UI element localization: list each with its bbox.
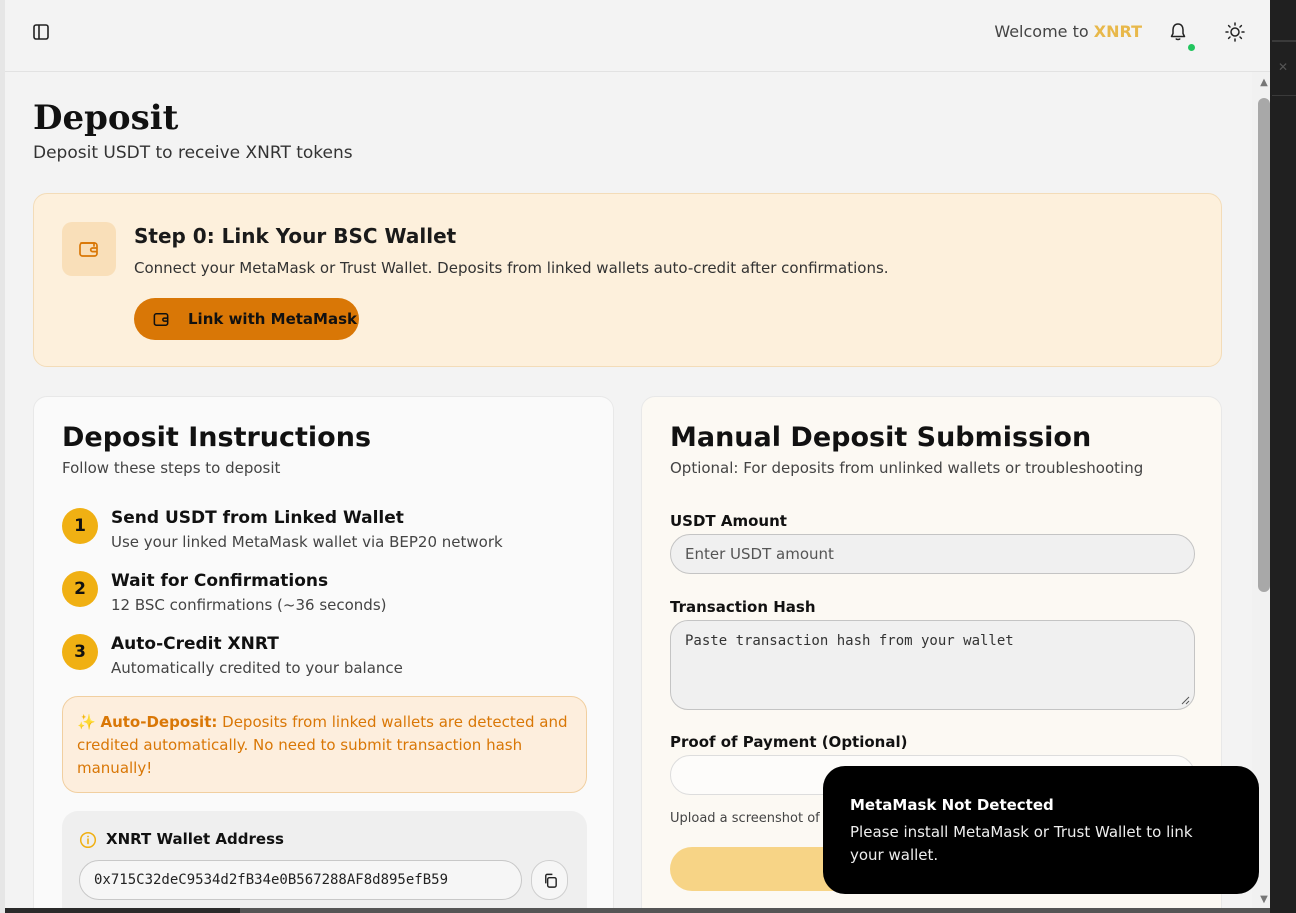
step-title: Send USDT from Linked Wallet [111, 508, 404, 528]
theme-toggle-sun-icon[interactable] [1224, 21, 1246, 43]
auto-deposit-label: Auto-Deposit: [100, 713, 218, 731]
upload-hint: Upload a screenshot of [670, 811, 820, 826]
welcome-prefix: Welcome to [994, 22, 1094, 41]
page-subtitle: Deposit USDT to receive XNRT tokens [33, 143, 353, 163]
top-bar: Welcome to XNRT [5, 0, 1270, 72]
tx-hash-label: Transaction Hash [670, 598, 816, 616]
outer-window-strip: ✕ [1270, 0, 1296, 913]
deposit-instructions-card: Deposit Instructions Follow these steps … [33, 396, 614, 913]
copy-address-button[interactable] [531, 860, 568, 900]
step-title: Auto-Credit XNRT [111, 634, 279, 654]
step-number-badge: 2 [62, 571, 98, 607]
link-metamask-button[interactable]: Link with MetaMask [134, 298, 359, 340]
brand-name: XNRT [1093, 22, 1142, 41]
step-description: Use your linked MetaMask wallet via BEP2… [111, 533, 503, 551]
page-title: Deposit [33, 98, 179, 138]
tx-hash-placeholder: Paste transaction hash from your wallet [685, 633, 1014, 649]
scrollbar-thumb[interactable] [1258, 98, 1270, 592]
link-metamask-label: Link with MetaMask [188, 310, 357, 328]
link-wallet-card: Step 0: Link Your BSC Wallet Connect you… [33, 193, 1222, 367]
sidebar-toggle-icon[interactable] [31, 22, 51, 42]
welcome-text: Welcome to XNRT [994, 22, 1142, 41]
wallet-address-field[interactable]: 0x715C32deC9534d2fB34e0B567288AF8d895efB… [79, 860, 522, 900]
step-number-badge: 3 [62, 634, 98, 670]
proof-label: Proof of Payment (Optional) [670, 733, 908, 751]
scroll-down-arrow-icon[interactable]: ▼ [1257, 895, 1270, 905]
sparkles-icon: ✨ [77, 713, 96, 731]
step-title: Wait for Confirmations [111, 571, 329, 591]
wallet-icon [79, 242, 98, 257]
bottom-edge [5, 908, 1270, 913]
auto-deposit-notice: ✨ Auto-Deposit: Deposits from linked wal… [62, 696, 587, 793]
close-icon: ✕ [1278, 60, 1289, 74]
notification-dot [1188, 44, 1195, 51]
instructions-title: Deposit Instructions [62, 422, 372, 453]
toast-title: MetaMask Not Detected [850, 796, 1054, 814]
bell-icon[interactable] [1168, 21, 1188, 43]
toast-message: Please install MetaMask or Trust Wallet … [850, 823, 1193, 864]
scroll-up-arrow-icon[interactable]: ▲ [1257, 78, 1270, 88]
manual-subtitle: Optional: For deposits from unlinked wal… [670, 459, 1144, 477]
info-icon [79, 831, 97, 849]
manual-title: Manual Deposit Submission [670, 422, 1092, 453]
step-description: 12 BSC confirmations (~36 seconds) [111, 596, 387, 614]
metamask-toast[interactable]: MetaMask Not Detected Please install Met… [823, 766, 1259, 894]
tx-hash-textarea[interactable]: Paste transaction hash from your wallet [670, 620, 1195, 710]
wallet-icon [153, 313, 169, 326]
step-number-badge: 1 [62, 508, 98, 544]
wallet-address-label: XNRT Wallet Address [106, 830, 284, 848]
copy-icon [545, 873, 557, 888]
usdt-amount-label: USDT Amount [670, 512, 787, 530]
app-window: Welcome to XNRT ▲ ▼ Deposit Deposit USDT… [0, 0, 1270, 913]
usdt-amount-input[interactable]: Enter USDT amount [670, 534, 1195, 574]
step0-title: Step 0: Link Your BSC Wallet [134, 224, 457, 248]
resize-grip-icon[interactable] [1180, 695, 1190, 705]
instructions-subtitle: Follow these steps to deposit [62, 459, 281, 477]
step-description: Automatically credited to your balance [111, 659, 403, 677]
wallet-icon-box [62, 222, 116, 276]
step0-description: Connect your MetaMask or Trust Wallet. D… [134, 259, 889, 277]
wallet-address-panel: XNRT Wallet Address 0x715C32deC9534d2fB3… [62, 811, 587, 913]
